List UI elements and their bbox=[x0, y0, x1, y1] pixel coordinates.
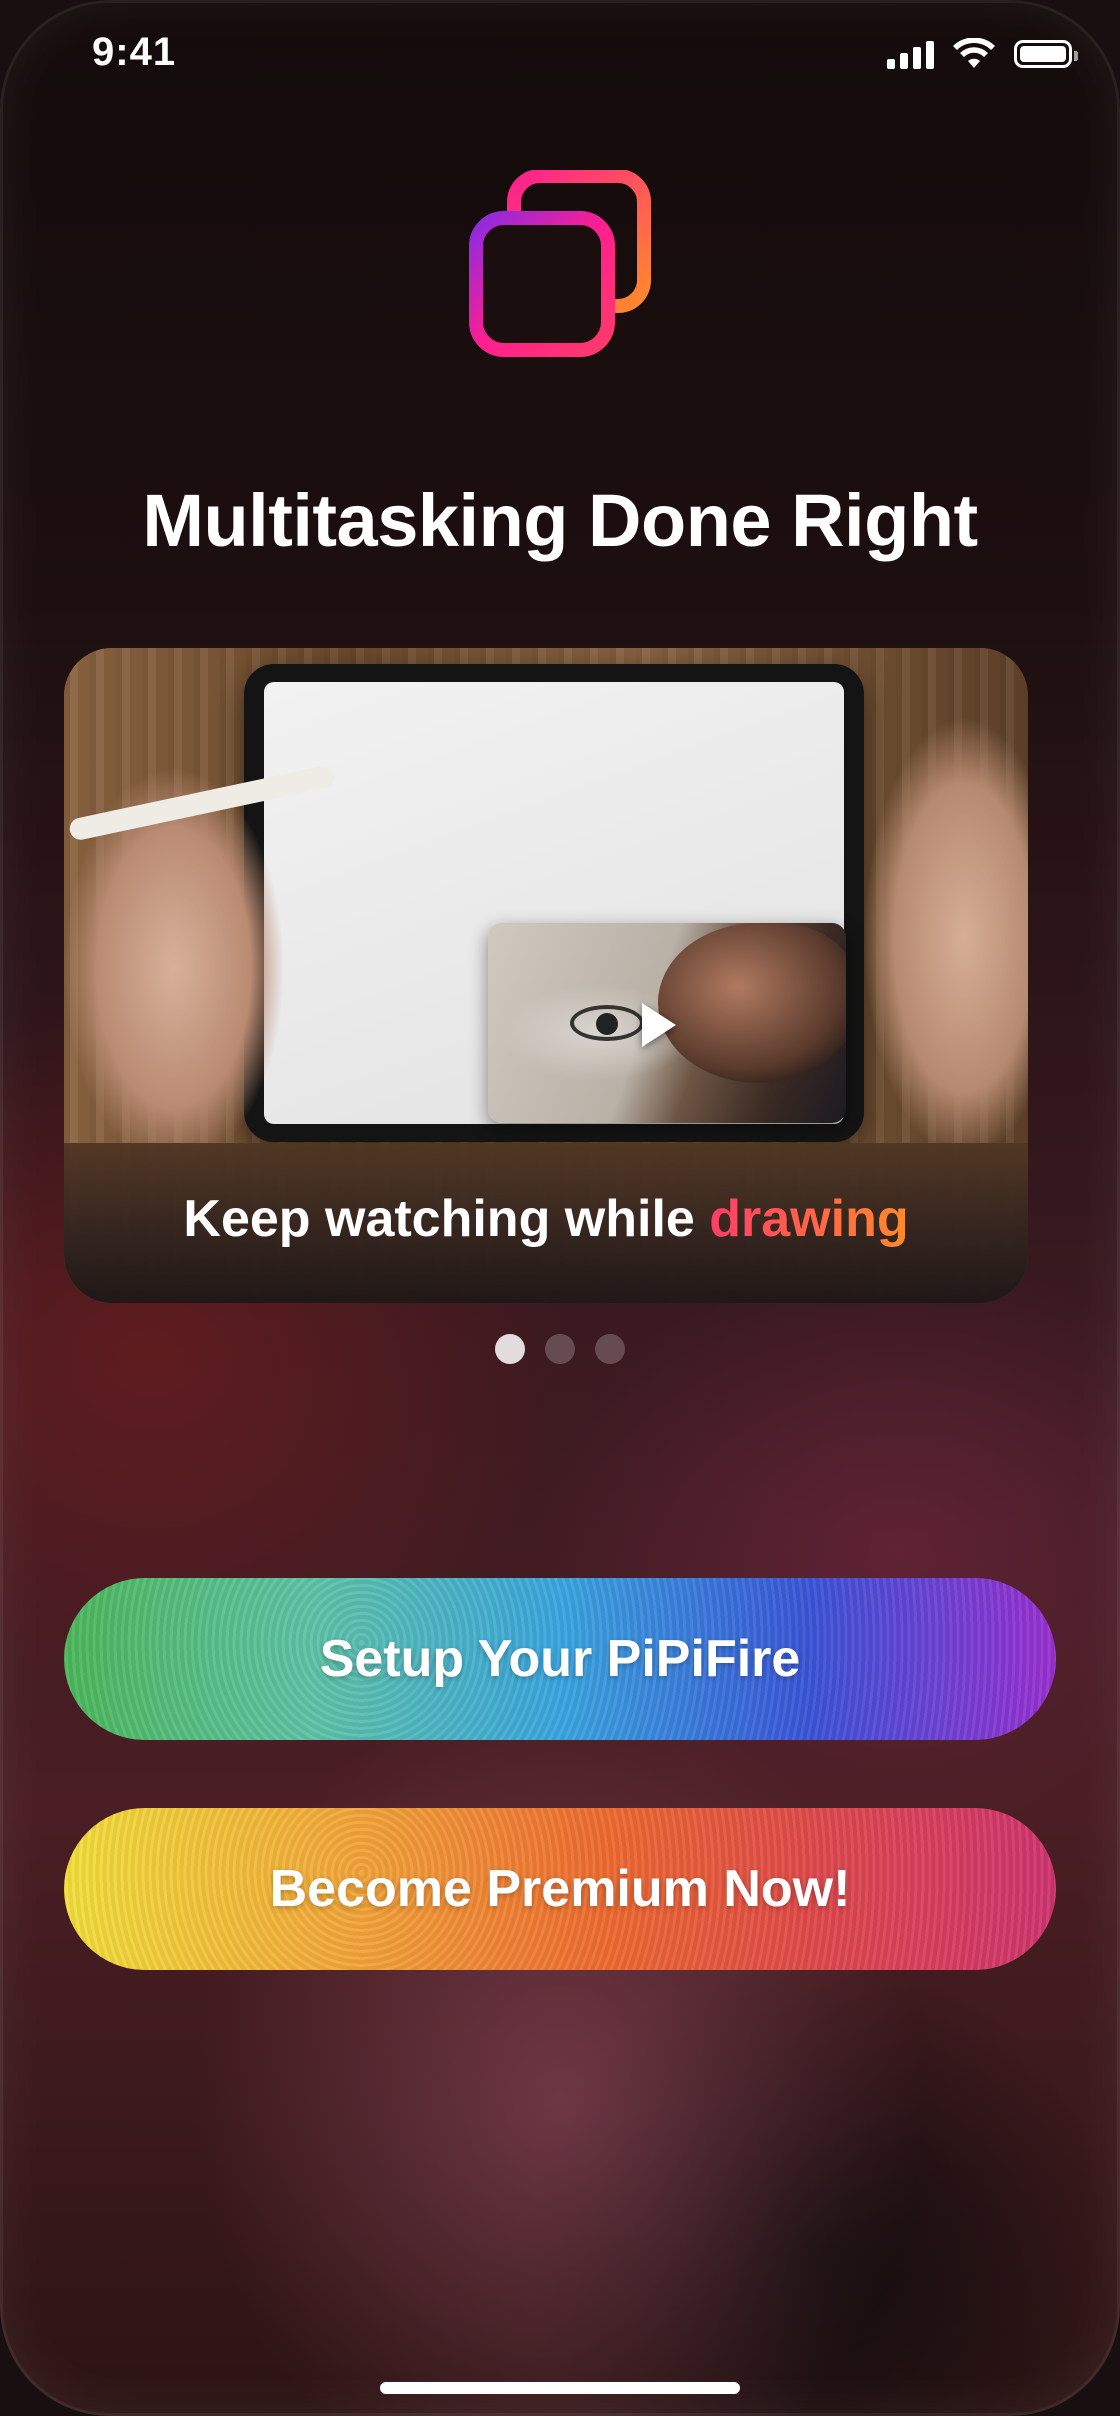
page-indicator[interactable] bbox=[0, 1334, 1120, 1364]
setup-button[interactable]: Setup Your PiPiFire bbox=[64, 1578, 1056, 1740]
caption-prefix: Keep watching while bbox=[183, 1190, 695, 1248]
caption-highlight: drawing bbox=[709, 1190, 909, 1248]
status-time: 9:41 bbox=[92, 30, 177, 74]
play-icon[interactable] bbox=[642, 1003, 676, 1047]
signal-icon bbox=[887, 39, 934, 69]
artist-illustration bbox=[658, 923, 846, 1083]
premium-button-label: Become Premium Now! bbox=[269, 1860, 851, 1918]
home-indicator[interactable] bbox=[380, 2382, 740, 2394]
slide-caption: Keep watching while drawing bbox=[64, 1189, 1028, 1249]
eye-drawing-illustration bbox=[570, 1005, 644, 1041]
page-dot-2[interactable] bbox=[545, 1334, 575, 1364]
page-dot-3[interactable] bbox=[595, 1334, 625, 1364]
page-title: Multitasking Done Right bbox=[142, 479, 978, 562]
carousel-slide[interactable]: Keep watching while drawing bbox=[64, 648, 1028, 1303]
setup-button-label: Setup Your PiPiFire bbox=[319, 1630, 801, 1688]
wifi-icon bbox=[953, 38, 995, 68]
overlapping-squares-icon bbox=[469, 170, 651, 357]
premium-button[interactable]: Become Premium Now! bbox=[64, 1808, 1056, 1970]
phone-screen: 9:41 Multitasking Done Right Keep watchi… bbox=[0, 0, 1120, 2416]
pip-video-window[interactable] bbox=[488, 923, 846, 1123]
battery-icon bbox=[1014, 40, 1078, 68]
page-dot-1[interactable] bbox=[495, 1334, 525, 1364]
status-icons bbox=[887, 38, 1078, 70]
